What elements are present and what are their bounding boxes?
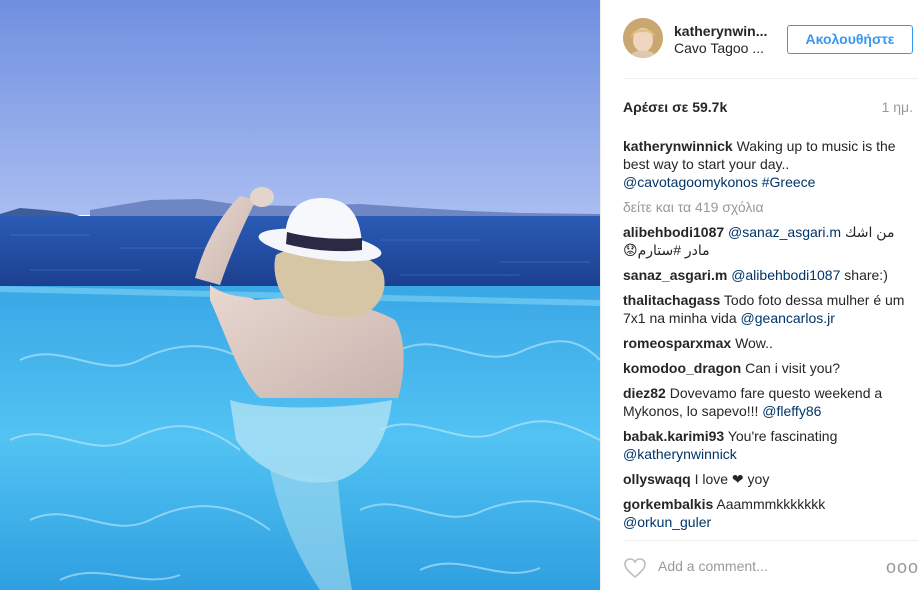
comment-item: babak.karimi93 You're fascinating @kathe… <box>623 427 913 463</box>
comment-mention[interactable]: @katherynwinnick <box>623 446 737 462</box>
comment-username[interactable]: babak.karimi93 <box>623 428 724 444</box>
comment-mention[interactable]: @fleffy86 <box>762 403 821 419</box>
comment-username[interactable]: thalitachagass <box>623 292 720 308</box>
comment-item: sanaz_asgari.m @alibehbodi1087 share:) <box>623 266 913 284</box>
comment-footer: Add a comment... ooo <box>601 541 918 590</box>
comment-username[interactable]: ollyswaqq <box>623 471 691 487</box>
comment-item: komodoo_dragon Can i visit you? <box>623 359 913 377</box>
comment-mention[interactable]: @alibehbodi1087 <box>731 267 840 283</box>
comment-text: You're fascinating <box>727 428 838 444</box>
comment-text: share:) <box>840 267 888 283</box>
post-timestamp[interactable]: 1 ημ. <box>882 99 913 115</box>
comment-text: Can i visit you? <box>745 360 841 376</box>
comment-item: alibehbodi1087 @sanaz_asgari.m من اشك ما… <box>623 223 913 259</box>
heart-icon[interactable] <box>623 557 647 579</box>
comment-username[interactable]: romeosparxmax <box>623 335 731 351</box>
avatar[interactable] <box>623 18 663 58</box>
comment-username[interactable]: diez82 <box>623 385 666 401</box>
likes-count[interactable]: Αρέσει σε 59.7k <box>623 99 727 115</box>
comment-text: Aaammmkkkkkkk <box>716 496 826 512</box>
comment-username[interactable]: komodoo_dragon <box>623 360 741 376</box>
instagram-post: katherynwin... Cavo Tagoo ... Ακολουθήστ… <box>0 0 918 590</box>
post-username[interactable]: katherynwin... <box>674 23 767 39</box>
post-header: katherynwin... Cavo Tagoo ... Ακολουθήστ… <box>601 0 918 78</box>
pool-scene-image <box>0 0 600 590</box>
follow-button[interactable]: Ακολουθήστε <box>787 25 913 54</box>
comment-item: diez82 Dovevamo fare questo weekend a My… <box>623 384 913 420</box>
caption-mention[interactable]: @cavotagoomykonos <box>623 174 758 190</box>
comment-mention[interactable]: @sanaz_asgari.m <box>728 224 841 240</box>
header-divider <box>623 78 918 79</box>
comments-list: katherynwinnick Waking up to music is th… <box>623 137 913 538</box>
likes-row: Αρέσει σε 59.7k 1 ημ. <box>623 99 913 117</box>
caption-username[interactable]: katherynwinnick <box>623 138 733 154</box>
comment-item: ollyswaqq I love ❤ yoy <box>623 470 913 488</box>
caption-hashtag[interactable]: #Greece <box>762 174 816 190</box>
add-comment-input[interactable]: Add a comment... <box>658 558 768 574</box>
comment-item: gorkembalkis Aaammmkkkkkkk @orkun_guler <box>623 495 913 531</box>
avatar-image <box>623 18 663 58</box>
comment-text: Wow.. <box>735 335 773 351</box>
view-all-comments-link[interactable]: δείτε και τα 419 σχόλια <box>623 198 913 216</box>
comment-text: I love ❤ yoy <box>694 471 770 487</box>
post-location[interactable]: Cavo Tagoo ... <box>674 40 764 56</box>
caption: katherynwinnick Waking up to music is th… <box>623 137 913 191</box>
post-details-panel: katherynwin... Cavo Tagoo ... Ακολουθήστ… <box>600 0 918 590</box>
comment-mention[interactable]: @orkun_guler <box>623 514 711 530</box>
comment-username[interactable]: sanaz_asgari.m <box>623 267 727 283</box>
comment-username[interactable]: gorkembalkis <box>623 496 713 512</box>
more-options-icon[interactable]: ooo <box>886 557 918 578</box>
comment-mention[interactable]: @geancarlos.jr <box>741 310 835 326</box>
comment-item: romeosparxmax Wow.. <box>623 334 913 352</box>
comment-username[interactable]: alibehbodi1087 <box>623 224 724 240</box>
comment-item: thalitachagass Todo foto dessa mulher é … <box>623 291 913 327</box>
post-photo[interactable] <box>0 0 600 590</box>
